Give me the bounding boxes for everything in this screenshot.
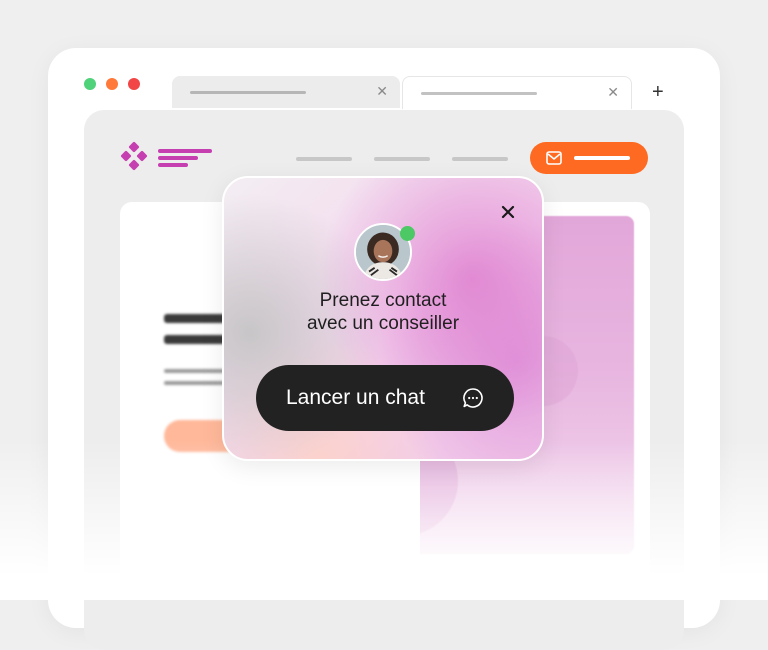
chat-bubble-icon: [463, 388, 483, 408]
mail-icon: [546, 151, 562, 165]
browser-tab-active[interactable]: ✕: [402, 76, 632, 109]
window-maximize-button[interactable]: [84, 78, 96, 90]
close-icon[interactable]: ✕: [607, 85, 619, 99]
nav-link[interactable]: [296, 157, 352, 161]
nav-link[interactable]: [374, 157, 430, 161]
browser-tab[interactable]: ✕: [172, 76, 400, 108]
cta-label-placeholder: [574, 156, 630, 160]
contact-cta-button[interactable]: [530, 142, 648, 174]
chat-popup: Prenez contact avec un conseiller Lancer…: [222, 176, 544, 461]
contact-prompt: Prenez contact avec un conseiller: [224, 289, 542, 335]
prompt-line-1: Prenez contact: [319, 290, 447, 311]
logo-icon: [120, 141, 212, 171]
start-chat-button[interactable]: Lancer un chat: [256, 365, 514, 431]
prompt-line-2: avec un conseiller: [306, 313, 460, 334]
start-chat-label: Lancer un chat: [286, 386, 425, 409]
tab-title-placeholder: [190, 91, 306, 94]
close-icon[interactable]: ✕: [376, 84, 388, 98]
window-minimize-button[interactable]: [106, 78, 118, 90]
plus-icon[interactable]: +: [652, 82, 664, 102]
nav-link[interactable]: [452, 157, 508, 161]
online-status-dot: [400, 226, 415, 241]
window-close-button[interactable]: [128, 78, 140, 90]
close-icon[interactable]: [500, 204, 516, 220]
tab-title-placeholder: [421, 92, 537, 95]
